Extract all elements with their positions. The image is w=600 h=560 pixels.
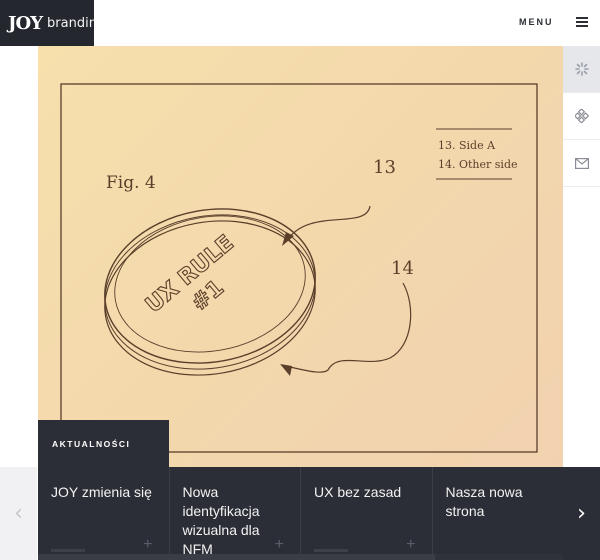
news-tab[interactable]: AKTUALNOŚCI: [38, 420, 169, 467]
chevron-left-icon[interactable]: ‹: [0, 467, 37, 560]
news-item-title: UX bez zasad: [314, 484, 402, 500]
carousel-progress: [38, 554, 435, 560]
callout-13: 13: [373, 157, 396, 178]
legend-line-2: 14. Other side: [438, 158, 518, 171]
news-item-title: JOY zmienia się: [51, 484, 152, 500]
news-item-title: Nowa identyfikacja wizualna dla NFM: [182, 484, 260, 557]
brand-mark: JOY: [8, 12, 43, 34]
news-item-title: Nasza nowa strona: [445, 484, 523, 519]
fig-label: Fig. 4: [106, 173, 156, 193]
brand-logo[interactable]: JOY branding.: [0, 0, 109, 46]
coin-text-1: UX RULE: [141, 231, 239, 319]
plus-icon[interactable]: +: [275, 535, 284, 554]
news-item[interactable]: Nowa identyfikacja wizualna dla NFM +: [170, 467, 301, 560]
plus-icon[interactable]: +: [406, 535, 415, 554]
plus-icon[interactable]: +: [143, 535, 152, 554]
callout-14: 14: [391, 258, 414, 279]
news-item-date: [51, 549, 85, 552]
mail-icon[interactable]: [563, 140, 600, 187]
news-item[interactable]: UX bez zasad +: [301, 467, 433, 560]
brand-name: branding.: [47, 15, 110, 31]
news-item-date: [314, 549, 348, 552]
side-toolbar: [563, 46, 600, 187]
menu-label[interactable]: MENU: [519, 17, 554, 27]
hamburger-icon[interactable]: [576, 17, 588, 27]
carousel-progress-rest: [435, 554, 563, 560]
chevron-right-icon[interactable]: ›: [563, 467, 600, 560]
news-item[interactable]: JOY zmienia się +: [38, 467, 170, 560]
legend-line-1: 13. Side A: [438, 139, 496, 152]
news-item[interactable]: Nasza nowa strona: [433, 467, 564, 560]
loader-icon[interactable]: [563, 46, 600, 93]
grid-icon[interactable]: [563, 93, 600, 140]
news-carousel: JOY zmienia się + Nowa identyfikacja wiz…: [38, 467, 563, 560]
